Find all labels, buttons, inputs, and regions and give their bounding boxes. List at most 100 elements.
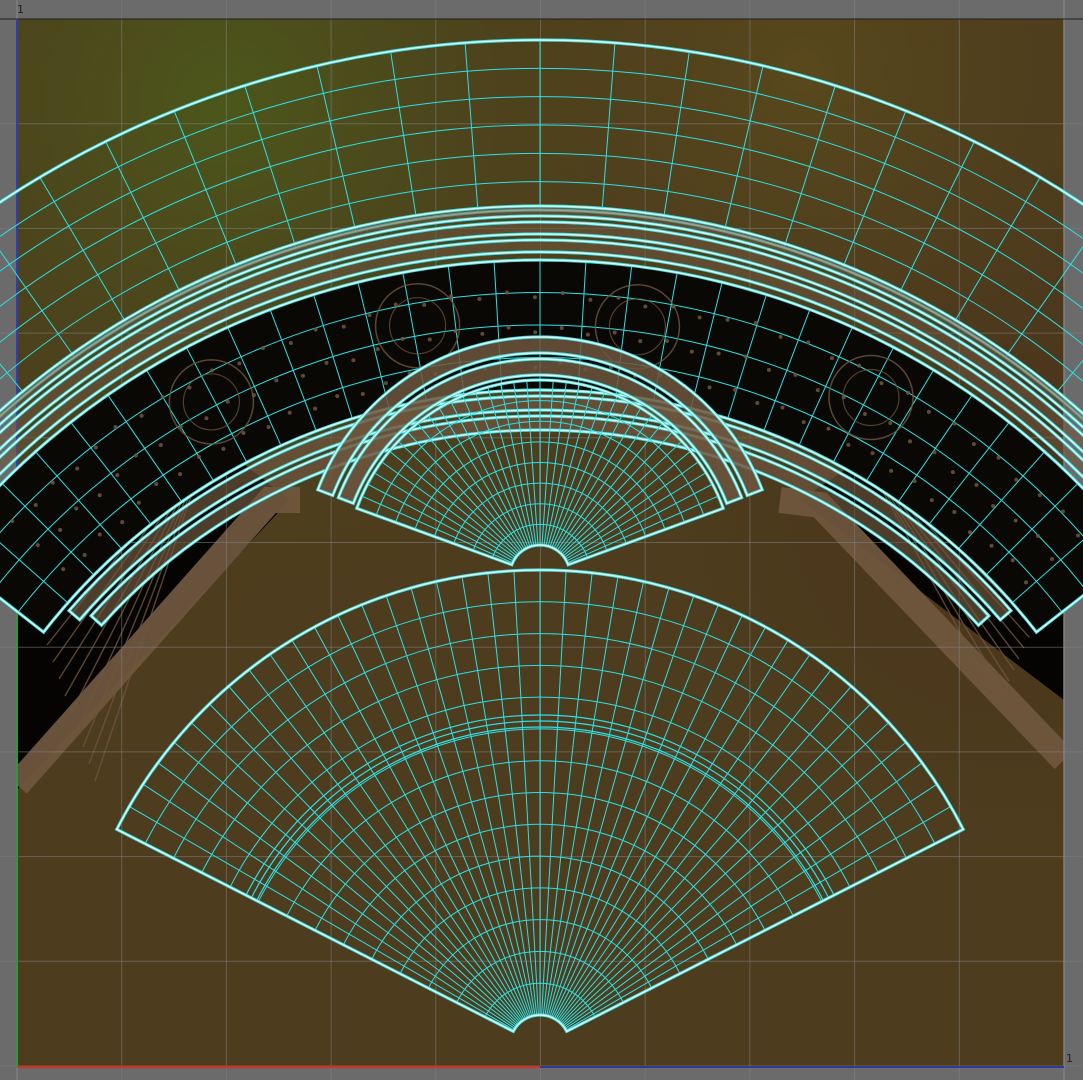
texture-ornament [643, 304, 648, 309]
uv-canvas[interactable] [0, 0, 1083, 1080]
texture-ornament [313, 327, 318, 332]
texture-ornament [427, 337, 432, 342]
texture-ornament [139, 413, 144, 418]
texture-ornament [616, 295, 621, 300]
uv-editor-viewport[interactable]: 1 1 [0, 0, 1083, 1080]
texture-ornament [1010, 558, 1015, 563]
texture-ornament [697, 315, 702, 320]
texture-ornament [801, 420, 806, 425]
texture-ornament [826, 426, 831, 431]
texture-ornament [480, 331, 485, 336]
texture-ornament [383, 381, 388, 386]
texture-ornament [753, 321, 758, 326]
texture-ornament [778, 334, 783, 339]
texture-ornament [905, 390, 910, 395]
texture-ornament [360, 391, 365, 396]
texture-ornament [288, 340, 293, 345]
texture-ornament [221, 446, 226, 451]
texture-ornament [351, 358, 356, 363]
texture-ornament [929, 498, 934, 503]
texture-ornament [367, 313, 372, 318]
texture-ornament [61, 567, 66, 572]
texture-ornament [504, 290, 509, 295]
texture-ornament [766, 367, 771, 372]
texture-ornament [97, 532, 102, 537]
texture-ornament [908, 439, 913, 444]
texture-ornament [533, 330, 538, 335]
texture-ornament [971, 442, 976, 447]
texture-ornament [560, 290, 565, 295]
texture-ornament [50, 480, 55, 485]
texture-ornament [888, 420, 893, 425]
texture-ornament [996, 455, 1001, 460]
texture-ornament [815, 388, 820, 393]
texture-ornament [638, 339, 643, 344]
texture-ornament [209, 368, 214, 373]
texture-ornament [97, 493, 102, 498]
texture-ornament [950, 470, 955, 475]
texture-ornament [133, 453, 138, 458]
texture-ornament [341, 324, 346, 329]
texture-ornament [136, 500, 141, 505]
texture-ornament [375, 347, 380, 352]
texture-ornament [689, 349, 694, 354]
texture-ornament [160, 394, 165, 399]
texture-ornament [870, 451, 875, 456]
texture-ornament [733, 387, 738, 392]
texture-ornament [1024, 580, 1029, 585]
texture-ornament [115, 473, 120, 478]
texture-ornament [453, 329, 458, 334]
texture-ornament [120, 520, 125, 525]
texture-ornament [780, 405, 785, 410]
texture-ornament [829, 356, 834, 361]
texture-ornament [237, 361, 242, 366]
texture-ornament [974, 482, 979, 487]
texture-ornament [274, 378, 279, 383]
texture-ornament [506, 325, 511, 330]
texture-ornament [158, 442, 163, 447]
texture-ornament [10, 519, 15, 524]
texture-ornament [324, 360, 329, 365]
texture-ornament [1014, 477, 1019, 482]
texture-ornament [755, 400, 760, 405]
u-max-label: 1 [1066, 1052, 1073, 1065]
texture-ornament [93, 445, 98, 450]
texture-ornament [74, 506, 79, 511]
texture-ornament [806, 340, 811, 345]
texture-ornament [35, 543, 40, 548]
texture-ornament [1060, 509, 1065, 514]
texture-ornament [716, 351, 721, 356]
texture-ornament [889, 468, 894, 473]
texture-ornament [991, 504, 996, 509]
texture-ornament [707, 385, 712, 390]
texture-ornament [952, 421, 957, 426]
texture-ornament [422, 302, 427, 307]
texture-ornament [75, 466, 80, 471]
texture-ornament [58, 528, 63, 533]
texture-ornament [932, 450, 937, 455]
texture-ornament [532, 295, 537, 300]
texture-ornament [1013, 518, 1018, 523]
texture-ornament [857, 363, 862, 368]
texture-ornament [588, 297, 593, 302]
texture-ornament [793, 372, 798, 377]
texture-ornament [196, 454, 201, 459]
texture-ornament [82, 553, 87, 558]
texture-ornament [743, 354, 748, 359]
texture-ornament [665, 338, 670, 343]
texture-ornament [952, 509, 957, 514]
texture-ornament [585, 332, 590, 337]
texture-ornament [300, 373, 305, 378]
texture-ornament [1050, 556, 1055, 561]
texture-ornament [154, 482, 159, 487]
texture-ornament [1076, 533, 1081, 538]
texture-ornament [400, 336, 405, 341]
texture-ornament [846, 442, 851, 447]
texture-ornament [33, 503, 38, 508]
texture-ornament [1037, 493, 1042, 498]
texture-ornament [612, 330, 617, 335]
texture-ornament [313, 406, 318, 411]
texture-ornament [967, 530, 972, 535]
texture-ornament [477, 296, 482, 301]
texture-ornament [1035, 533, 1040, 538]
